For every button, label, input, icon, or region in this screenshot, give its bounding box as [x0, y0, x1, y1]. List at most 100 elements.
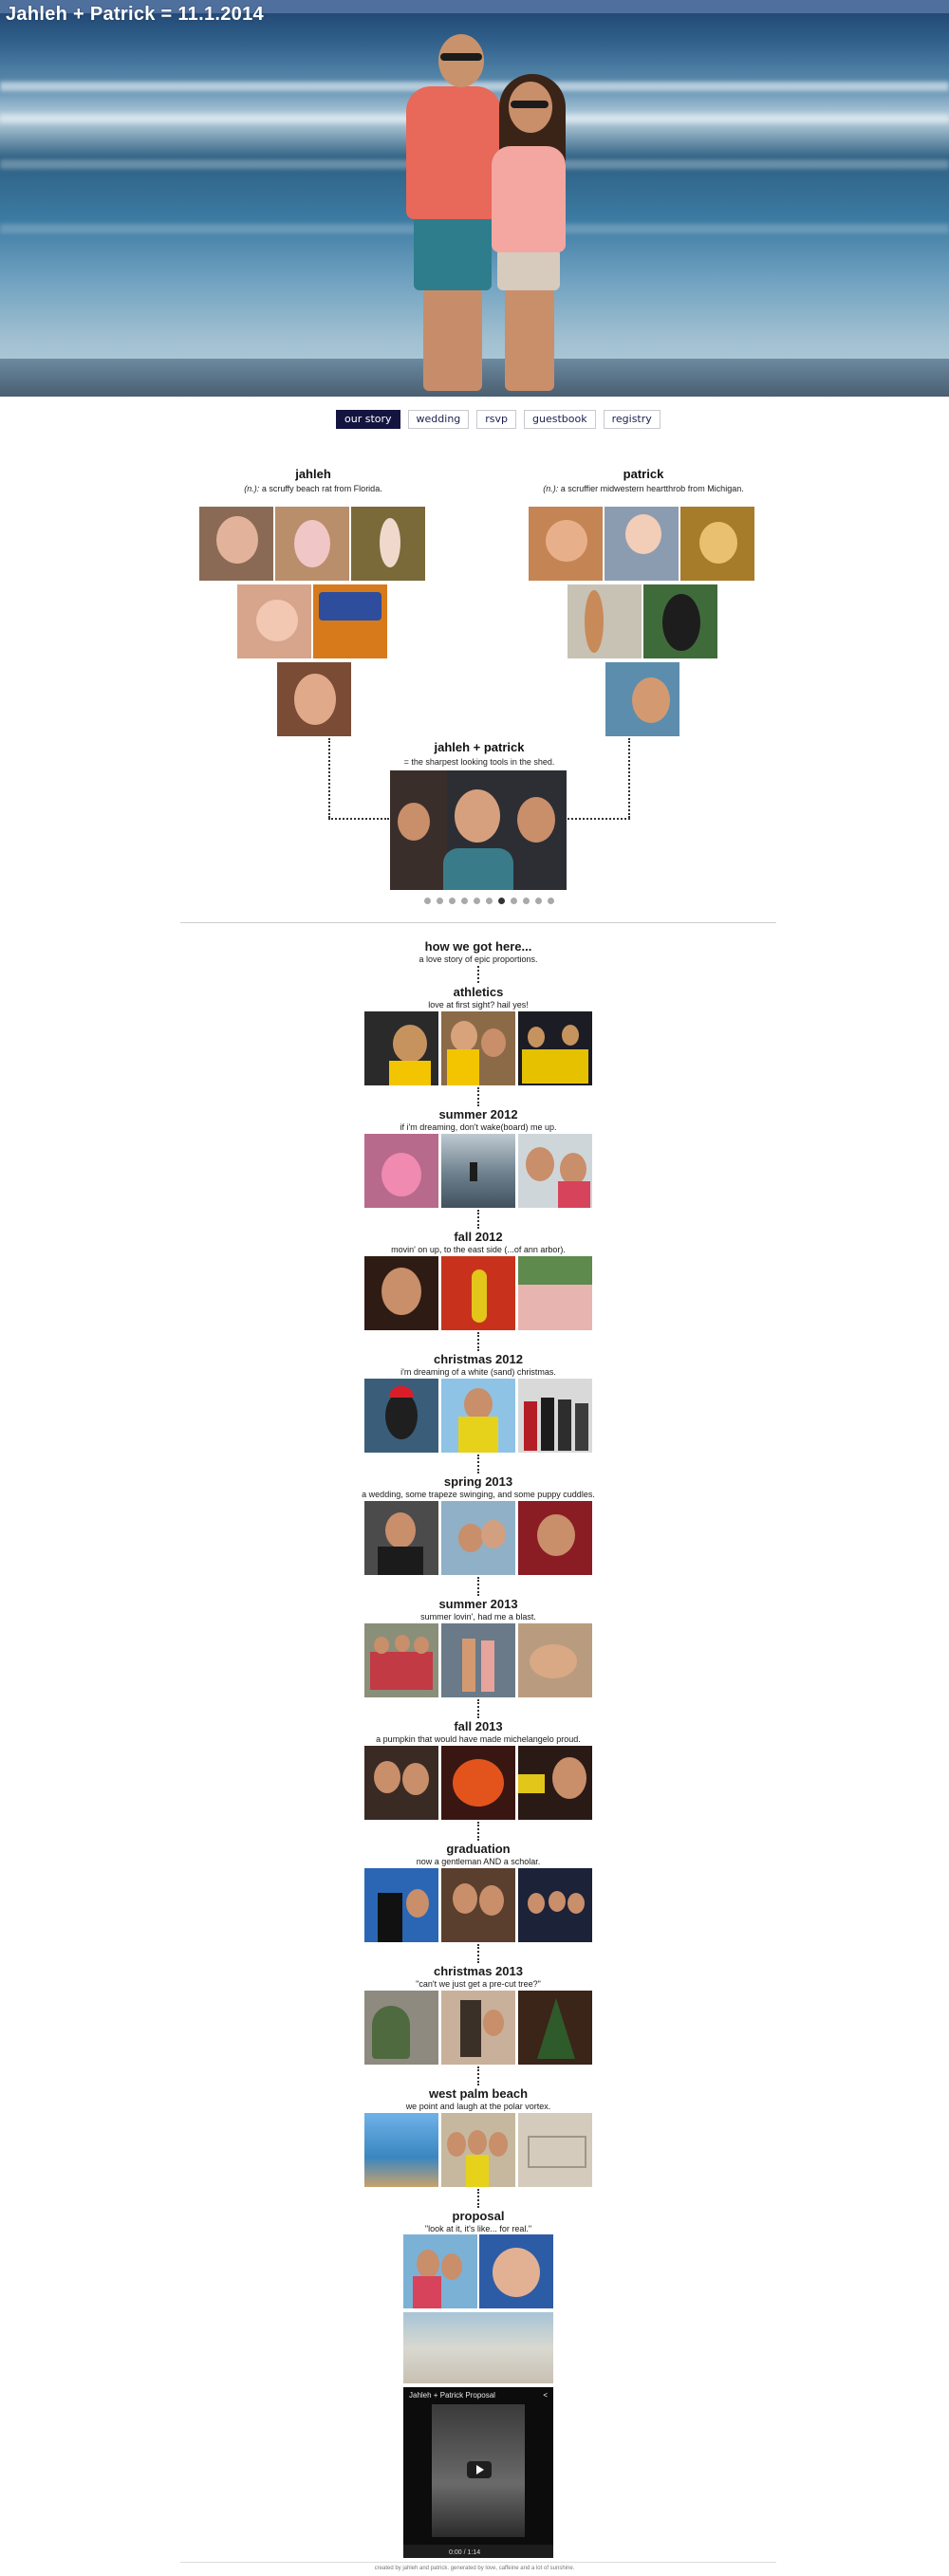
- connector-line: [477, 1210, 479, 1229]
- together-definition: = the sharpest looking tools in the shed…: [403, 757, 555, 767]
- photo-thumb[interactable]: [441, 2113, 515, 2187]
- section-title: summer 2013: [438, 1597, 518, 1611]
- photo-thumb[interactable]: [605, 662, 679, 736]
- photo-beach[interactable]: [403, 2312, 553, 2383]
- photo-thumb[interactable]: [605, 507, 679, 581]
- footer-divider: [180, 2562, 776, 2563]
- proposal-video[interactable]: Jahleh + Patrick Proposal < 0:00 / 1:14: [403, 2387, 553, 2558]
- photo-thumb[interactable]: [680, 507, 754, 581]
- carousel-dot[interactable]: [461, 898, 468, 904]
- connector-line: [477, 1332, 479, 1351]
- photo-thumb[interactable]: [364, 1011, 438, 1085]
- nav-registry[interactable]: registry: [603, 410, 661, 429]
- carousel-dot[interactable]: [548, 898, 554, 904]
- definition-text: a scruffy beach rat from Florida.: [261, 484, 382, 493]
- site-title[interactable]: Jahleh + Patrick = 11.1.2014: [6, 4, 264, 26]
- photo-thumb[interactable]: [364, 1501, 438, 1575]
- connector-line: [477, 966, 479, 983]
- photo-thumb[interactable]: [518, 1379, 592, 1453]
- carousel-dot[interactable]: [474, 898, 480, 904]
- photo-thumb[interactable]: [518, 1011, 592, 1085]
- photo-thumb[interactable]: [518, 2113, 592, 2187]
- nav-wedding[interactable]: wedding: [407, 410, 470, 429]
- photo-thumb[interactable]: [441, 1256, 515, 1330]
- photo-thumb[interactable]: [441, 1623, 515, 1697]
- photo-thumb[interactable]: [364, 1256, 438, 1330]
- carousel-dot[interactable]: [511, 898, 517, 904]
- section-title: spring 2013: [443, 1474, 513, 1489]
- photo-thumb[interactable]: [441, 1011, 515, 1085]
- play-icon[interactable]: [467, 2461, 492, 2478]
- photo-thumb[interactable]: [568, 584, 642, 658]
- photo-thumb[interactable]: [518, 1623, 592, 1697]
- photo-thumb[interactable]: [364, 2113, 438, 2187]
- photo-thumb[interactable]: [364, 1991, 438, 2065]
- section-title: christmas 2012: [434, 1352, 523, 1366]
- photo-thumb[interactable]: [199, 507, 273, 581]
- patrick-definition: (n.): a scruffier midwestern heartthrob …: [512, 484, 774, 493]
- section-subtitle: movin' on up, to the east side (...of an…: [391, 1245, 566, 1254]
- photo-thumb[interactable]: [479, 2234, 553, 2308]
- carousel-dot[interactable]: [437, 898, 443, 904]
- nav-guestbook[interactable]: guestbook: [524, 410, 596, 429]
- photo-thumb[interactable]: [313, 584, 387, 658]
- carousel-dot[interactable]: [449, 898, 456, 904]
- section-subtitle: "can't we just get a pre-cut tree?": [416, 1979, 541, 1989]
- connector-line: [628, 738, 630, 818]
- carousel-dots: [424, 898, 554, 904]
- nav-rsvp[interactable]: rsvp: [476, 410, 517, 429]
- connector-line: [328, 818, 389, 820]
- photo-thumb[interactable]: [441, 1501, 515, 1575]
- section-title: graduation: [446, 1842, 511, 1856]
- section-subtitle: summer lovin', had me a blast.: [420, 1612, 536, 1622]
- section-subtitle: love at first sight? hail yes!: [428, 1000, 529, 1010]
- couple-figure: [380, 34, 607, 395]
- photo-thumb[interactable]: [518, 1868, 592, 1942]
- connector-line: [477, 1087, 479, 1106]
- photo-thumb[interactable]: [277, 662, 351, 736]
- photo-thumb[interactable]: [518, 1991, 592, 2065]
- photo-thumb[interactable]: [518, 1256, 592, 1330]
- photo-thumb[interactable]: [441, 1746, 515, 1820]
- section-title: fall 2013: [454, 1719, 503, 1733]
- photo-thumb[interactable]: [364, 1746, 438, 1820]
- video-controls[interactable]: 0:00 / 1:14: [403, 2545, 553, 2558]
- connector-line: [328, 738, 330, 818]
- carousel-dot[interactable]: [523, 898, 530, 904]
- photo-thumb[interactable]: [518, 1746, 592, 1820]
- photo-thumb[interactable]: [518, 1134, 592, 1208]
- video-time: 0:00 / 1:14: [449, 2549, 481, 2556]
- section-title: proposal: [452, 2209, 505, 2223]
- photo-thumb[interactable]: [441, 1991, 515, 2065]
- section-title: fall 2012: [454, 1230, 503, 1244]
- together-photo[interactable]: [390, 770, 567, 890]
- photo-thumb[interactable]: [403, 2234, 477, 2308]
- photo-thumb[interactable]: [441, 1134, 515, 1208]
- photo-thumb[interactable]: [364, 1134, 438, 1208]
- footer-text: created by jahleh and patrick. generated…: [374, 2566, 575, 2571]
- timeline-title: how we got here...: [424, 939, 532, 954]
- connector-line: [477, 2066, 479, 2085]
- together-heading: jahleh + patrick: [434, 740, 525, 754]
- photo-thumb[interactable]: [351, 507, 425, 581]
- photo-thumb[interactable]: [643, 584, 717, 658]
- photo-thumb[interactable]: [529, 507, 603, 581]
- connector-line: [477, 1944, 479, 1963]
- photo-thumb[interactable]: [441, 1868, 515, 1942]
- carousel-dot[interactable]: [424, 898, 431, 904]
- photo-thumb[interactable]: [275, 507, 349, 581]
- share-icon[interactable]: <: [543, 2391, 548, 2400]
- photo-thumb[interactable]: [364, 1623, 438, 1697]
- section-title: west palm beach: [428, 2086, 529, 2101]
- connector-line: [477, 1822, 479, 1841]
- photo-thumb[interactable]: [364, 1379, 438, 1453]
- photo-thumb[interactable]: [518, 1501, 592, 1575]
- nav-our-story[interactable]: our story: [336, 410, 400, 429]
- photo-thumb[interactable]: [237, 584, 311, 658]
- photo-thumb[interactable]: [441, 1379, 515, 1453]
- photo-thumb[interactable]: [364, 1868, 438, 1942]
- jahleh-definition: (n.): a scruffy beach rat from Florida.: [199, 484, 427, 493]
- carousel-dot[interactable]: [486, 898, 493, 904]
- carousel-dot[interactable]: [535, 898, 542, 904]
- carousel-dot-active[interactable]: [498, 898, 505, 904]
